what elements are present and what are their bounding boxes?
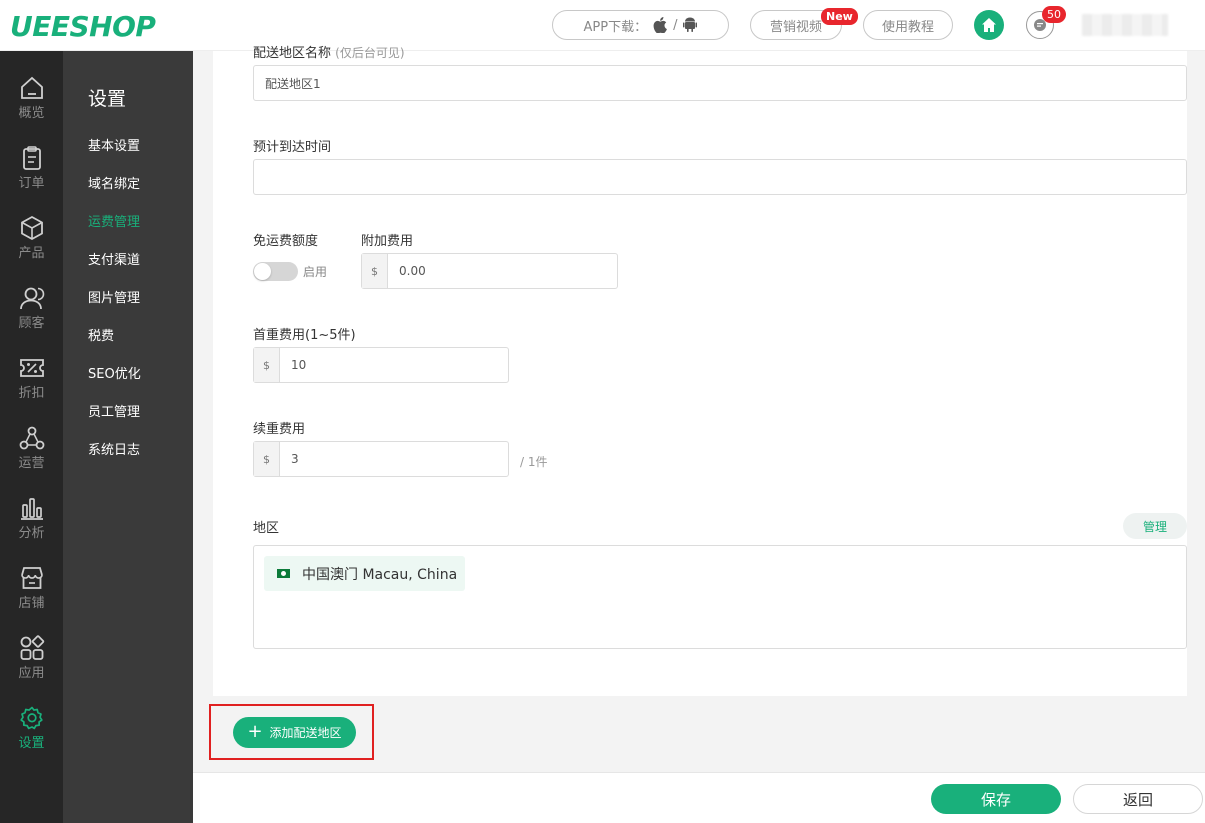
store-icon <box>20 567 43 589</box>
save-button[interactable]: 保存 <box>931 784 1061 814</box>
free-shipping-toggle[interactable] <box>253 262 298 281</box>
zone-name-hint: (仅后台可见) <box>335 46 405 60</box>
toggle-knob <box>254 263 271 280</box>
home-outline-icon <box>20 76 43 99</box>
extra-fee-input[interactable]: $ 0.00 <box>361 253 618 289</box>
free-shipping-toggle-text: 启用 <box>303 265 328 279</box>
nav-label: 运营 <box>18 456 45 471</box>
nav-label: 店铺 <box>18 596 45 611</box>
network-icon <box>19 426 44 450</box>
continued-weight-label: 续重费用 <box>253 422 306 437</box>
first-weight-label: 首重费用(1~5件) <box>253 328 356 343</box>
app-download-label: APP下载： <box>583 19 648 35</box>
extra-fee-label: 附加费用 <box>361 234 414 249</box>
nav-label: 应用 <box>18 666 45 681</box>
zone-name-label: 配送地区名称 (仅后台可见) <box>253 42 405 61</box>
region-list: 中国澳门 Macau, China <box>253 545 1187 649</box>
highlight-box <box>209 704 374 760</box>
continued-weight-input[interactable]: $ 3 <box>253 441 509 477</box>
submenu-item-tax[interactable]: 税费 <box>88 325 114 344</box>
region-chip: 中国澳门 Macau, China <box>264 556 465 591</box>
nav-operations[interactable]: 运营 <box>0 421 63 491</box>
region-name: 中国澳门 Macau, China <box>302 566 458 583</box>
footer-bar: 保存 返回 <box>193 772 1205 823</box>
nav-settings[interactable]: 设置 <box>0 701 63 771</box>
apps-icon <box>20 635 44 660</box>
macau-flag-icon <box>277 569 290 578</box>
app-separator: / <box>673 17 678 33</box>
currency-prefix: $ <box>254 348 280 382</box>
submenu-item-seo[interactable]: SEO优化 <box>88 363 141 382</box>
new-badge: New <box>821 8 858 25</box>
bar-chart-icon <box>20 498 43 520</box>
currency-prefix: $ <box>254 442 280 476</box>
nav-label: 分析 <box>18 526 45 541</box>
android-icon[interactable] <box>683 17 698 33</box>
nav-store[interactable]: 店铺 <box>0 561 63 631</box>
user-account[interactable] <box>1082 14 1168 36</box>
clipboard-icon <box>22 146 41 170</box>
free-shipping-label: 免运费额度 <box>253 234 319 249</box>
tutorial-button[interactable]: 使用教程 <box>863 10 953 40</box>
nav-orders[interactable]: 订单 <box>0 141 63 211</box>
first-weight-value: 10 <box>291 358 307 372</box>
gear-icon <box>19 706 43 730</box>
top-bar: UEESHOP APP下载： / 营销视频 New 使用教程 50 <box>0 0 1205 51</box>
nav-analytics[interactable]: 分析 <box>0 491 63 561</box>
zone-name-value: 配送地区1 <box>265 76 321 91</box>
users-icon <box>19 287 44 310</box>
percent-ticket-icon <box>19 359 44 377</box>
shipping-zone-panel: 配送地区名称 (仅后台可见) 配送地区1 预计到达时间 免运费额度 启用 附加费… <box>213 46 1187 696</box>
nav-apps[interactable]: 应用 <box>0 631 63 701</box>
cube-icon <box>20 215 43 241</box>
zone-name-input[interactable]: 配送地区1 <box>253 65 1187 101</box>
message-count-badge: 50 <box>1042 6 1066 23</box>
nav-label: 产品 <box>18 246 45 261</box>
home-button[interactable] <box>974 10 1004 40</box>
submenu-item-images[interactable]: 图片管理 <box>88 287 140 306</box>
submenu-item-basic[interactable]: 基本设置 <box>88 135 140 154</box>
submenu-item-domain[interactable]: 域名绑定 <box>88 173 140 192</box>
eta-label: 预计到达时间 <box>253 140 332 155</box>
logo[interactable]: UEESHOP <box>10 10 156 43</box>
back-button[interactable]: 返回 <box>1073 784 1203 814</box>
main-nav-rail: 概览 订单 产品 顾客 折扣 运营 分析 店铺 应用 设置 <box>0 51 63 823</box>
main-content: 配送地区名称 (仅后台可见) 配送地区1 预计到达时间 免运费额度 启用 附加费… <box>193 46 1205 772</box>
home-icon <box>982 18 996 32</box>
region-label: 地区 <box>253 521 280 536</box>
nav-discounts[interactable]: 折扣 <box>0 351 63 421</box>
submenu-title: 设置 <box>88 88 127 110</box>
nav-customers[interactable]: 顾客 <box>0 281 63 351</box>
submenu-item-payment[interactable]: 支付渠道 <box>88 249 140 268</box>
nav-label: 设置 <box>18 736 45 751</box>
nav-label: 折扣 <box>18 386 45 401</box>
zone-name-label-text: 配送地区名称 <box>253 46 332 61</box>
submenu-item-staff[interactable]: 员工管理 <box>88 401 140 420</box>
eta-input[interactable] <box>253 159 1187 195</box>
currency-prefix: $ <box>362 254 388 288</box>
continued-weight-value: 3 <box>291 452 299 466</box>
nav-products[interactable]: 产品 <box>0 211 63 281</box>
settings-submenu: 设置 基本设置 域名绑定 运费管理 支付渠道 图片管理 税费 SEO优化 员工管… <box>63 51 193 823</box>
nav-label: 订单 <box>18 176 45 191</box>
continued-weight-suffix: / 1件 <box>520 455 548 469</box>
submenu-item-shipping[interactable]: 运费管理 <box>88 211 140 230</box>
apple-icon[interactable] <box>653 17 667 33</box>
nav-label: 概览 <box>18 106 45 121</box>
first-weight-input[interactable]: $ 10 <box>253 347 509 383</box>
nav-overview[interactable]: 概览 <box>0 71 63 141</box>
nav-label: 顾客 <box>18 316 45 331</box>
submenu-item-logs[interactable]: 系统日志 <box>88 439 140 458</box>
manage-regions-button[interactable]: 管理 <box>1123 513 1187 539</box>
app-download-pill[interactable]: APP下载： / <box>552 10 729 40</box>
extra-fee-value: 0.00 <box>399 264 426 278</box>
